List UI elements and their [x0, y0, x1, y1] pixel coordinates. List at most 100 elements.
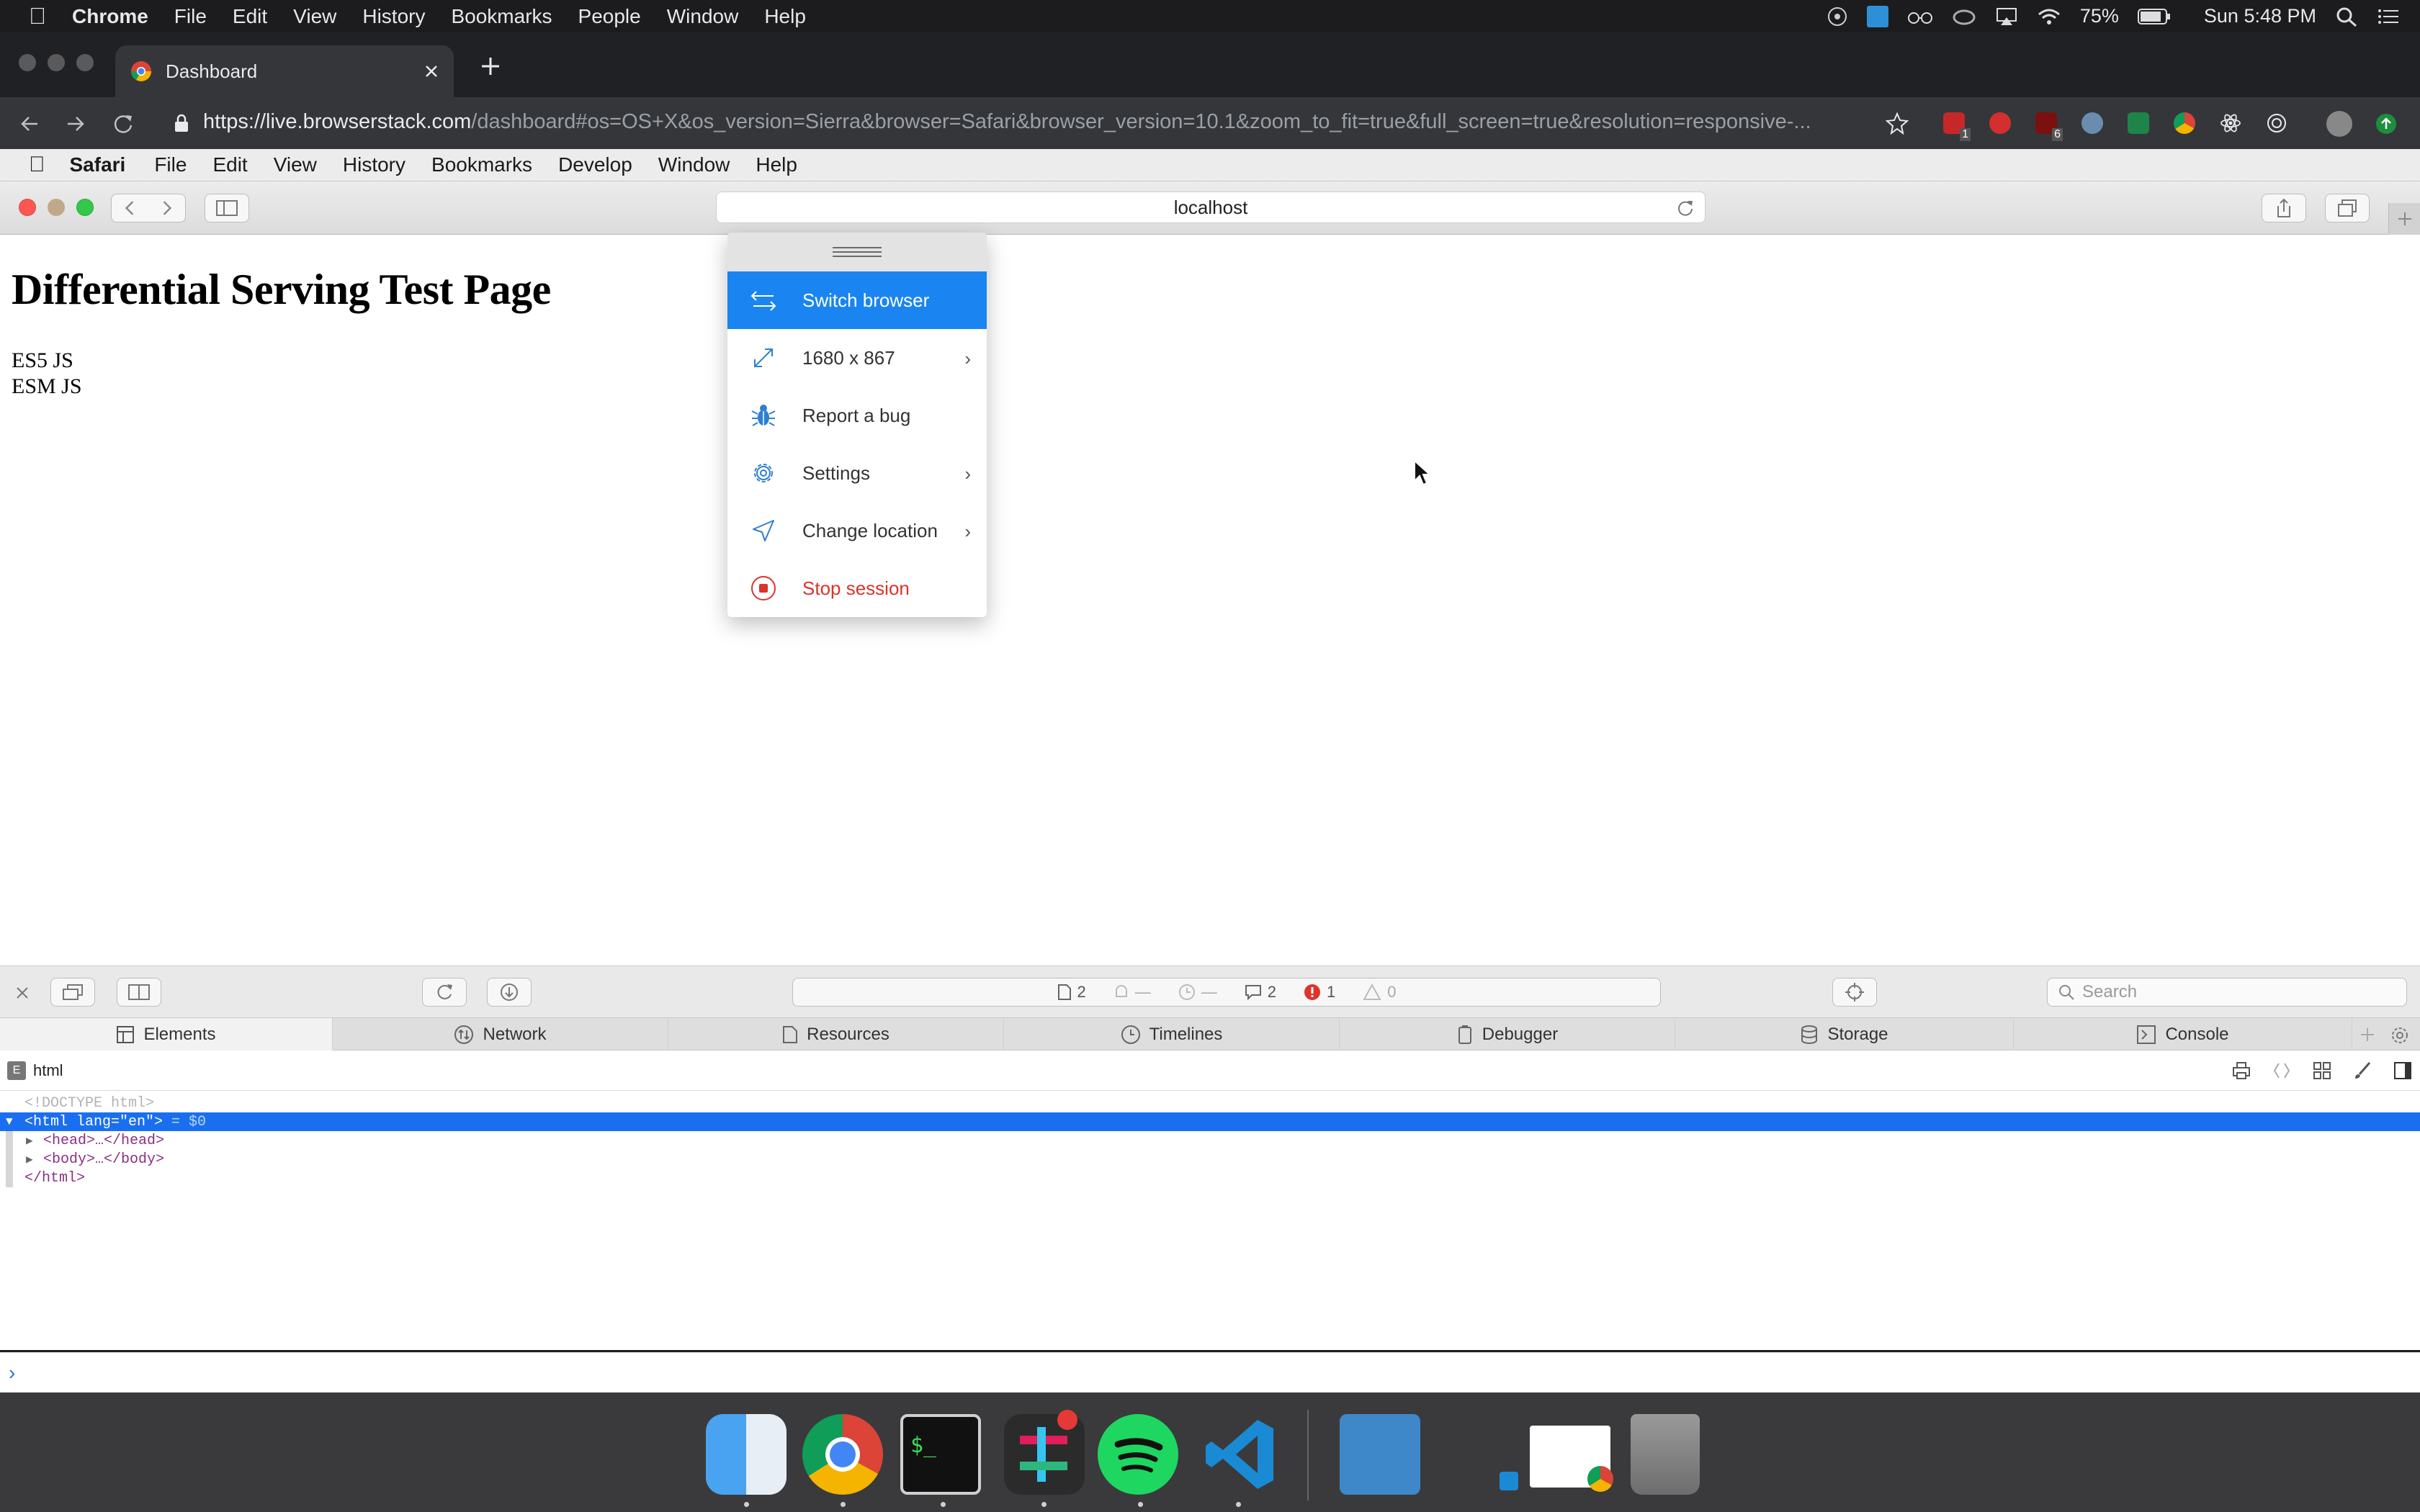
finder-icon[interactable] — [706, 1414, 786, 1495]
new-tab-icon[interactable] — [480, 55, 501, 77]
report-bug-item[interactable]: Report a bug — [727, 387, 987, 444]
safari-forward-icon[interactable] — [148, 194, 185, 222]
safari-menu-file[interactable]: File — [154, 153, 187, 176]
change-location-item[interactable]: Change location › — [727, 502, 987, 559]
menu-history[interactable]: History — [362, 5, 425, 28]
quick-console[interactable]: › — [0, 1352, 2420, 1392]
tab-console[interactable]: Console — [2014, 1018, 2352, 1051]
switch-browser-item[interactable]: Switch browser — [727, 271, 987, 329]
reload-icon[interactable] — [112, 113, 134, 135]
menu-people[interactable]: People — [578, 5, 641, 28]
issues-count[interactable]: — — [1113, 983, 1151, 1002]
safari-menu-bookmarks[interactable]: Bookmarks — [431, 153, 532, 176]
close-inspector-icon[interactable] — [14, 985, 30, 1001]
print-icon[interactable] — [2231, 1061, 2251, 1081]
inspector-search-field[interactable]: Search — [2047, 978, 2407, 1007]
safari-menu-develop[interactable]: Develop — [558, 153, 632, 176]
profile-avatar[interactable] — [2326, 111, 2352, 137]
safari-sidebar-button[interactable] — [205, 194, 249, 222]
safari-menu-window[interactable]: Window — [658, 153, 730, 176]
extension-chrome-icon[interactable] — [2174, 112, 2195, 134]
record-icon[interactable] — [1827, 6, 1848, 27]
paint-brush-icon[interactable] — [2352, 1061, 2372, 1081]
safari-menu-view[interactable]: View — [274, 153, 317, 176]
safari-menu-edit[interactable]: Edit — [212, 153, 247, 176]
load-time[interactable]: — — [1178, 983, 1217, 1002]
chrome-icon[interactable] — [802, 1414, 883, 1495]
dom-doctype[interactable]: <!DOCTYPE html> — [0, 1094, 154, 1112]
creative-cloud-icon[interactable] — [1952, 6, 1976, 27]
extension-target-icon[interactable] — [2266, 112, 2287, 134]
dom-body-node[interactable]: ▶ <body>…</body> — [0, 1150, 164, 1169]
safari-share-button[interactable] — [2262, 194, 2306, 222]
close-window-button[interactable] — [19, 54, 36, 71]
safari-address-bar[interactable]: localhost — [716, 192, 1706, 223]
extension-blue-icon[interactable] — [2081, 112, 2103, 134]
warning-count[interactable]: 0 — [1363, 983, 1397, 1002]
breadcrumb-html[interactable]: html — [33, 1061, 63, 1080]
back-icon[interactable] — [19, 113, 40, 135]
battery-icon[interactable] — [2137, 7, 2171, 26]
terminal-icon[interactable]: $_ — [900, 1414, 981, 1495]
safari-tabs-button[interactable] — [2325, 194, 2370, 222]
menu-window[interactable]: Window — [667, 5, 739, 28]
menu-app-name[interactable]: Chrome — [72, 5, 148, 28]
vscode-window-thumbnail[interactable] — [1435, 1414, 1518, 1495]
reload-page-button[interactable] — [422, 978, 467, 1007]
safari-new-tab-button[interactable] — [2388, 203, 2420, 235]
menu-edit[interactable]: Edit — [233, 5, 267, 28]
forward-icon[interactable] — [65, 113, 86, 135]
safari-reload-icon[interactable] — [1676, 199, 1695, 217]
details-sidebar-icon[interactable] — [2393, 1061, 2413, 1081]
lock-icon[interactable] — [173, 113, 190, 133]
safari-menu-help[interactable]: Help — [756, 153, 797, 176]
spotify-icon[interactable] — [1098, 1414, 1178, 1495]
downloads-folder-icon[interactable] — [1340, 1414, 1420, 1495]
clock[interactable]: Sun 5:48 PM — [2204, 5, 2316, 27]
log-count[interactable]: 2 — [1245, 983, 1276, 1002]
menu-help[interactable]: Help — [764, 5, 806, 28]
error-count[interactable]: 1 — [1304, 983, 1335, 1002]
detach-window-button[interactable] — [50, 978, 95, 1007]
safari-minimize-button[interactable] — [48, 199, 65, 216]
trash-icon[interactable] — [1631, 1414, 1700, 1495]
wifi-icon[interactable] — [2037, 6, 2061, 27]
resource-count[interactable]: 2 — [1057, 983, 1086, 1002]
chrome-window-thumbnail[interactable] — [1530, 1426, 1613, 1492]
dom-head-node[interactable]: ▶ <head>…</head> — [0, 1131, 164, 1150]
app-tray-icon[interactable] — [1866, 5, 1888, 27]
airplay-icon[interactable] — [1995, 6, 2018, 27]
safari-menu-history[interactable]: History — [343, 153, 405, 176]
tab-elements[interactable]: Elements — [0, 1018, 333, 1051]
disclosure-closed-icon[interactable]: ▶ — [26, 1133, 43, 1148]
disclosure-open-icon[interactable]: ▼ — [0, 1115, 24, 1128]
apple-icon[interactable]:  — [29, 153, 45, 177]
tab-resources[interactable]: Resources — [668, 1018, 1004, 1051]
apple-icon[interactable]:  — [29, 3, 46, 30]
safari-app-name[interactable]: Safari — [70, 153, 126, 176]
dom-html-node[interactable]: ▼ <html lang="en"> = $0 — [0, 1112, 2420, 1131]
browser-tab[interactable]: Dashboard — [115, 45, 454, 97]
tab-timelines[interactable]: Timelines — [1004, 1018, 1340, 1051]
stop-session-item[interactable]: Stop session — [727, 559, 987, 617]
menu-view[interactable]: View — [293, 5, 336, 28]
download-archive-button[interactable] — [487, 978, 532, 1007]
disclosure-closed-icon[interactable]: ▶ — [26, 1152, 43, 1166]
slack-icon[interactable] — [1004, 1410, 1085, 1495]
add-tab-icon[interactable] — [2360, 1027, 2375, 1043]
extension-ublock-icon[interactable]: 6 — [2035, 112, 2063, 141]
notification-center-icon[interactable] — [2377, 6, 2400, 27]
gear-icon[interactable] — [2390, 1025, 2410, 1045]
minimize-window-button[interactable] — [48, 54, 65, 71]
menu-file[interactable]: File — [174, 5, 207, 28]
extension-react-icon[interactable] — [2220, 112, 2241, 134]
dock-side-button[interactable] — [117, 978, 161, 1007]
zoom-window-button[interactable] — [76, 54, 94, 71]
extension-todo-icon[interactable]: 1 — [1943, 112, 1971, 141]
url-text[interactable]: https://live.browserstack.com/dashboard#… — [203, 110, 1811, 134]
settings-item[interactable]: Settings › — [727, 444, 987, 502]
resolution-item[interactable]: 1680 x 867 › — [727, 329, 987, 387]
close-tab-icon[interactable] — [424, 63, 439, 79]
extension-s-icon[interactable] — [2128, 112, 2149, 134]
tab-network[interactable]: Network — [333, 1018, 668, 1051]
